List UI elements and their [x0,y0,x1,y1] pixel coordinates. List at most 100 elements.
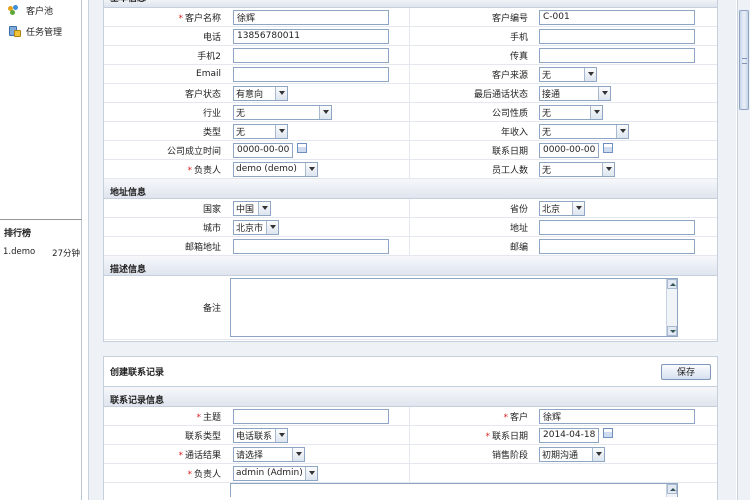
scroll-up-icon[interactable] [667,484,677,494]
chevron-down-icon[interactable] [305,466,317,480]
founded-date-input[interactable] [233,142,293,158]
source-select[interactable]: 无 [539,66,597,82]
scrollbar-thumb[interactable] [739,10,749,110]
chevron-down-icon[interactable] [598,86,610,100]
calendar-icon[interactable] [297,143,307,153]
select-value: 北京 [542,204,561,215]
select-value: demo (demo) [236,164,297,174]
scroll-up-icon[interactable] [667,279,677,289]
industry-select[interactable]: 无 [233,104,332,120]
form-row: * 负责人 admin (Admin) [104,463,717,483]
notes-scrollbar[interactable] [666,279,677,336]
form-row: 客户状态 有意向 最后通话状态 接通 [104,83,717,103]
address-input[interactable] [539,219,695,235]
city-select[interactable]: 北京市 [233,219,279,235]
address-label: 地址 [509,223,528,234]
contact-notes-textarea[interactable] [230,483,678,497]
section-description-info: 描述信息 [104,256,717,276]
contact-date-label: 联系日期 [491,146,528,157]
contact-date-input[interactable] [539,142,599,158]
mail-address-input[interactable] [233,238,389,254]
fax-input[interactable] [539,47,695,63]
notes-textarea[interactable] [230,278,678,337]
form-row: Email 客户来源 无 [104,64,717,84]
sidebar-item-label: 任务管理 [26,28,63,38]
mobile2-input[interactable] [233,47,389,63]
form-row: 行业 无 公司性质 无 [104,102,717,122]
mobile-input[interactable] [539,28,695,44]
staff-select[interactable]: 无 [539,161,615,177]
industry-label: 行业 [202,108,221,119]
required-mark: * [187,469,192,480]
contact-customer-input[interactable] [539,408,695,424]
task-management-icon [8,25,22,38]
sidebar-item-task-management[interactable]: 任务管理 [0,21,81,42]
customer-form-panel: 基本信息 *客户名称 客户编号 电话 手机 手机2 传真 Email 客户来源 … [103,0,718,342]
form-row: 手机2 传真 [104,45,717,65]
chevron-down-icon[interactable] [616,124,628,138]
form-row: 公司成立时间 联系日期 [104,140,717,160]
province-select[interactable]: 北京 [539,200,585,216]
select-value: 电话联系 [236,431,273,442]
sidebar-nav: 客户池 任务管理 [0,0,81,42]
call-result-select[interactable]: 请选择 [233,446,305,462]
chevron-down-icon[interactable] [275,86,287,100]
form-row: 城市 北京市 地址 [104,217,717,237]
grip-icon [742,58,747,64]
notes-label: 备注 [202,304,221,314]
chevron-down-icon[interactable] [258,201,270,215]
zip-input[interactable] [539,238,695,254]
chevron-down-icon[interactable] [275,124,287,138]
section-address-info: 地址信息 [104,179,717,199]
contact-notes-scrollbar[interactable] [666,484,677,497]
contact-owner-label: * 负责人 [104,467,230,480]
form-row: 邮箱地址 邮编 [104,236,717,256]
select-value: 无 [542,108,552,119]
calendar-icon[interactable] [603,428,613,438]
page-scrollbar[interactable] [737,0,750,500]
calendar-icon[interactable] [603,143,613,153]
subject-label: * 主题 [104,410,230,423]
form-row: 电话 手机 [104,26,717,46]
chevron-down-icon[interactable] [572,201,584,215]
contact-record-header: 创建联系记录 保存 [104,357,717,387]
contact-record-date-input[interactable] [539,427,599,443]
sales-stage-select[interactable]: 初期沟通 [539,446,605,462]
sidebar-item-customer-pool[interactable]: 客户池 [0,0,81,21]
contact-customer-label: * 客户 [410,410,536,423]
owner-select[interactable]: demo (demo) [233,161,318,177]
chevron-down-icon[interactable] [584,67,596,81]
chevron-down-icon[interactable] [590,105,602,119]
select-value: 无 [236,127,246,138]
customer-pool-icon [8,4,22,17]
subject-input[interactable] [233,408,389,424]
ranking-panel: 排行榜 1.demo 27分钟 [0,219,82,500]
required-mark: * [178,450,183,461]
sidebar: 客户池 任务管理 排行榜 1.demo 27分钟 [0,0,82,500]
last-call-select[interactable]: 接通 [539,85,611,101]
email-input[interactable] [233,66,389,82]
required-mark: * [178,13,183,24]
income-select[interactable]: 无 [539,123,629,139]
founded-label: 公司成立时间 [166,146,221,157]
customer-code-input[interactable] [539,9,695,25]
status-select[interactable]: 有意向 [233,85,288,101]
contact-owner-select[interactable]: admin (Admin) [233,465,318,481]
company-nature-select[interactable]: 无 [539,104,603,120]
contact-type-select[interactable]: 电话联系 [233,427,288,443]
chevron-down-icon[interactable] [292,447,304,461]
customer-name-input[interactable] [233,9,389,25]
chevron-down-icon[interactable] [592,447,604,461]
phone-input[interactable] [233,28,389,44]
chevron-down-icon[interactable] [275,428,287,442]
country-select[interactable]: 中国 [233,200,271,216]
chevron-down-icon[interactable] [602,162,614,176]
type-select[interactable]: 无 [233,123,288,139]
phone-label: 电话 [202,32,221,43]
save-button[interactable]: 保存 [661,363,711,380]
select-value: 请选择 [236,450,264,461]
scroll-down-icon[interactable] [667,326,677,336]
chevron-down-icon[interactable] [305,162,317,176]
chevron-down-icon[interactable] [266,220,278,234]
chevron-down-icon[interactable] [319,105,331,119]
